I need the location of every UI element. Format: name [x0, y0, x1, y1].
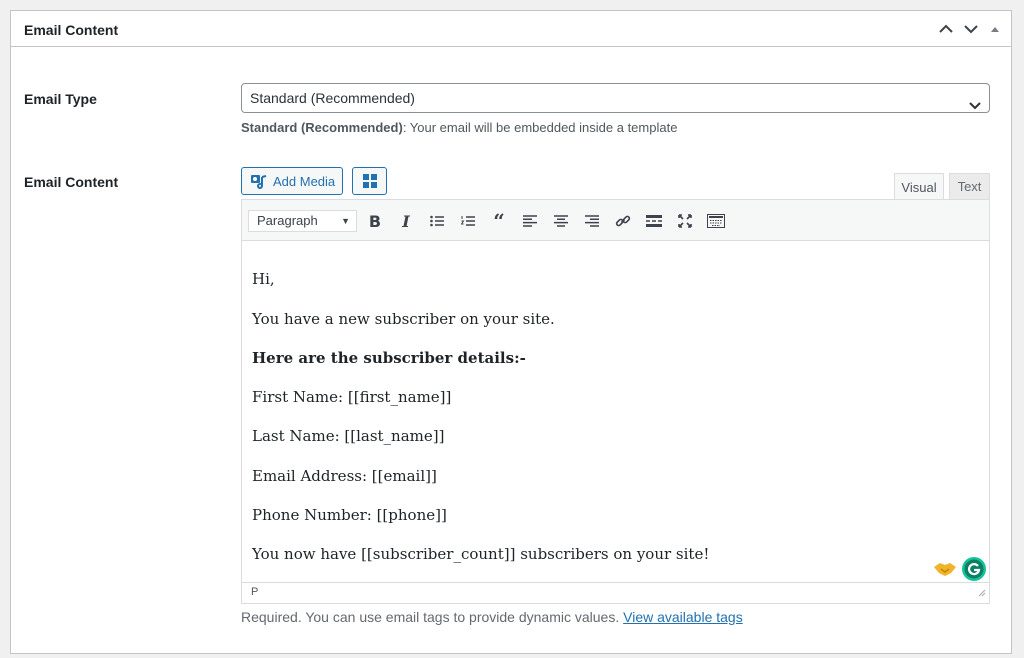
link-icon[interactable]: [612, 210, 634, 232]
email-type-label: Email Type: [24, 91, 97, 107]
move-down-button[interactable]: [961, 19, 981, 39]
tab-text[interactable]: Text: [949, 173, 990, 200]
format-select-value: Paragraph: [257, 213, 318, 228]
email-content-panel: Email Content Email Type Standard (Recom…: [10, 10, 1012, 654]
align-right-icon[interactable]: [581, 210, 603, 232]
add-media-label: Add Media: [273, 173, 336, 189]
content-line-heading: Here are the subscriber details:-: [252, 349, 526, 367]
content-line: Email Address: [[email]]: [252, 467, 437, 485]
fullscreen-icon[interactable]: [674, 210, 696, 232]
content-line: Hi,: [252, 270, 275, 288]
email-content-label: Email Content: [24, 174, 119, 190]
content-line: You now have [[subscriber_count]] subscr…: [252, 545, 710, 563]
email-type-select[interactable]: Standard (Recommended): [241, 83, 990, 113]
blockquote-icon[interactable]: “: [488, 209, 510, 233]
description-rest: : Your email will be embedded inside a t…: [402, 120, 678, 135]
toolbar-toggle-icon[interactable]: [705, 210, 727, 232]
view-tags-link[interactable]: View available tags: [623, 609, 743, 625]
footer-note: Required. You can use email tags to prov…: [241, 609, 743, 625]
editor-toolbar: Paragraph ▼ B I “: [242, 200, 989, 241]
blocks-button[interactable]: [352, 167, 387, 195]
read-more-icon[interactable]: [643, 210, 665, 232]
content-line: First Name: [[first_name]]: [252, 388, 452, 406]
content-line: Phone Number: [[phone]]: [252, 506, 447, 524]
toggle-panel-button[interactable]: [985, 19, 1005, 39]
move-up-button[interactable]: [936, 19, 956, 39]
bold-icon[interactable]: B: [364, 210, 386, 232]
panel-title: Email Content: [24, 22, 119, 38]
add-media-button[interactable]: Add Media: [241, 167, 343, 195]
align-center-icon[interactable]: [550, 210, 572, 232]
bullet-list-icon[interactable]: [426, 210, 448, 232]
handshake-icon[interactable]: [933, 559, 957, 579]
resize-handle-icon[interactable]: [977, 588, 986, 600]
chevron-down-icon: [969, 92, 981, 120]
editor-statusbar: P: [242, 582, 989, 603]
align-left-icon[interactable]: [519, 210, 541, 232]
caret-down-icon: ▼: [341, 216, 350, 226]
element-path[interactable]: P: [251, 586, 258, 598]
email-type-description: Standard (Recommended): Your email will …: [241, 120, 677, 135]
chevron-up-icon: [939, 24, 953, 33]
content-line: You have a new subscriber on your site.: [252, 310, 555, 328]
italic-icon[interactable]: I: [395, 210, 417, 232]
format-select[interactable]: Paragraph ▼: [248, 210, 357, 232]
collapse-triangle-icon: [991, 27, 999, 32]
grammarly-icon[interactable]: [961, 556, 987, 582]
grid-icon: [362, 174, 377, 188]
description-bold: Standard (Recommended): [241, 120, 403, 135]
media-icon: [250, 173, 268, 189]
footer-note-text: Required. You can use email tags to prov…: [241, 609, 620, 625]
editor: Paragraph ▼ B I “ Hi, You have a new sub…: [241, 199, 990, 604]
content-line: Last Name: [[last_name]]: [252, 427, 445, 445]
panel-header: Email Content: [11, 11, 1011, 47]
email-type-selected: Standard (Recommended): [250, 90, 415, 106]
tab-visual[interactable]: Visual: [894, 173, 944, 200]
numbered-list-icon[interactable]: [457, 210, 479, 232]
chevron-down-icon: [964, 25, 978, 34]
